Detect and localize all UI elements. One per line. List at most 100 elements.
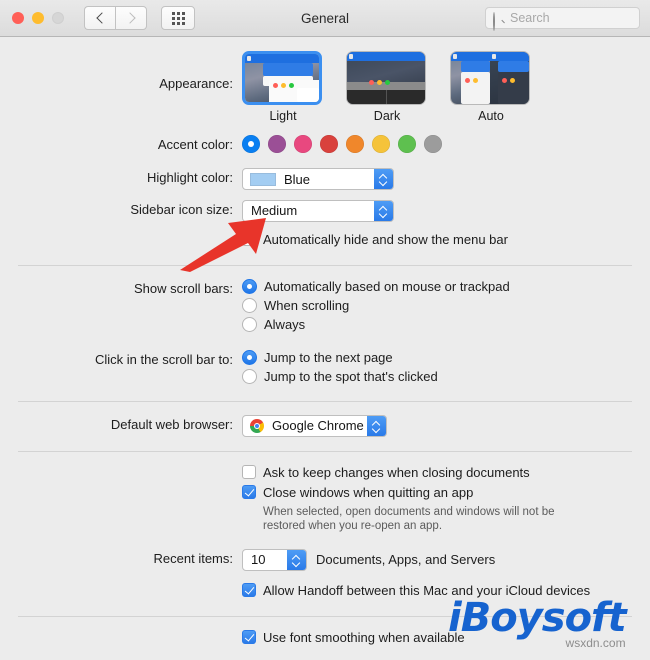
chevron-right-icon [123,12,136,24]
auto-hide-menu-bar-row: Automatically hide and show the menu bar [0,232,650,252]
zoom-button [52,12,64,24]
accent-swatch-purple[interactable] [268,135,286,153]
dark-theme-thumbnail [346,51,426,105]
highlight-color-popup[interactable]: Blue [242,168,394,190]
checkbox-icon[interactable] [242,630,256,644]
auto-hide-menu-bar-label: Automatically hide and show the menu bar [263,231,508,247]
appearance-options: Light Dark Auto [242,51,650,123]
appearance-label: Appearance: [159,76,233,91]
scroll-bars-option-when-scrolling-label: When scrolling [264,297,350,313]
appearance-option-dark[interactable]: Dark [346,51,428,123]
handoff-row: Allow Handoff between this Mac and your … [0,583,650,603]
minimize-button[interactable] [32,12,44,24]
click-scroll-option-next-page[interactable]: Jump to the next page [242,349,650,365]
ask-keep-changes-checkbox[interactable]: Ask to keep changes when closing documen… [242,465,650,480]
scroll-bars-option-always-label: Always [264,316,306,332]
separator [18,400,632,402]
appearance-row: Appearance: Light Dark Auto [0,51,650,123]
click-scroll-option-spot-clicked-label: Jump to the spot that's clicked [264,368,438,384]
chevron-updown-icon[interactable] [287,549,306,570]
traffic-lights [12,12,64,24]
accent-color-swatches [242,135,650,153]
checkbox-icon[interactable] [242,232,256,246]
highlight-color-swatch [250,172,276,186]
chrome-icon [250,418,264,433]
recent-items-value: 10 [251,552,266,567]
chevron-updown-icon[interactable] [367,415,386,436]
radio-icon[interactable] [242,368,257,384]
auto-hide-menu-bar-checkbox[interactable]: Automatically hide and show the menu bar [242,232,650,247]
radio-icon[interactable] [242,316,257,332]
chevron-updown-icon[interactable] [374,169,393,189]
handoff-checkbox[interactable]: Allow Handoff between this Mac and your … [242,583,650,598]
show-scroll-bars-row: Show scroll bars: Automatically based on… [0,278,650,336]
search-placeholder: Search [510,11,550,25]
accent-color-label: Accent color: [157,137,233,152]
recent-items-label: Recent items: [153,550,233,566]
font-smoothing-label: Use font smoothing when available [263,629,465,645]
scroll-bars-option-auto-label: Automatically based on mouse or trackpad [264,278,510,294]
appearance-option-light[interactable]: Light [242,51,324,123]
font-smoothing-row: Use font smoothing when available [0,630,650,650]
recent-items-note: Documents, Apps, and Servers [316,552,496,567]
highlight-color-label: Highlight color: [147,170,233,185]
radio-icon[interactable] [242,349,257,365]
separator [18,264,632,266]
show-all-button[interactable] [161,6,195,30]
click-scroll-bar-label: Click in the scroll bar to: [95,351,233,367]
appearance-option-light-label: Light [269,109,297,123]
sidebar-icon-size-popup[interactable]: Medium [242,199,394,222]
scroll-bars-option-when-scrolling[interactable]: When scrolling [242,297,650,313]
checkbox-icon[interactable] [242,583,256,597]
show-scroll-bars-label: Show scroll bars: [134,280,233,296]
accent-swatch-orange[interactable] [346,135,364,153]
system-preferences-window: General Search Appearance: Light Dark Au… [0,0,650,660]
chevron-updown-icon[interactable] [374,200,393,221]
checkbox-icon[interactable] [242,485,256,499]
separator [18,450,632,452]
search-icon [493,11,505,31]
highlight-color-value: Blue [284,171,311,187]
appearance-option-auto[interactable]: Auto [450,51,532,123]
document-options-row: Ask to keep changes when closing documen… [0,465,650,533]
radio-icon[interactable] [242,278,257,294]
scroll-bars-option-always[interactable]: Always [242,316,650,332]
close-windows-hint: When selected, open documents and window… [263,505,555,532]
default-web-browser-label: Default web browser: [110,416,233,432]
scroll-bars-option-auto[interactable]: Automatically based on mouse or trackpad [242,278,650,294]
recent-items-stepper[interactable]: 10 [242,548,307,571]
click-scroll-bar-row: Click in the scroll bar to: Jump to the … [0,349,650,388]
navigation-buttons [84,6,147,30]
sidebar-icon-size-value: Medium [251,203,298,218]
accent-swatch-green[interactable] [398,135,416,153]
highlight-color-row: Highlight color: Blue [0,168,650,191]
appearance-option-auto-label: Auto [478,109,504,123]
forward-button[interactable] [115,6,147,30]
recent-items-row: Recent items: 10 Documents, Apps, and Se… [0,548,650,571]
sidebar-icon-size-row: Sidebar icon size: Medium [0,199,650,222]
default-web-browser-value: Google Chrome [272,418,364,433]
click-scroll-option-spot-clicked[interactable]: Jump to the spot that's clicked [242,368,650,384]
light-theme-thumbnail [242,51,322,105]
font-smoothing-checkbox[interactable]: Use font smoothing when available [242,630,650,645]
search-field[interactable]: Search [485,7,640,31]
back-button[interactable] [84,6,115,30]
handoff-label: Allow Handoff between this Mac and your … [263,582,591,598]
default-web-browser-row: Default web browser: Google Chrome [0,414,650,438]
accent-swatch-red[interactable] [320,135,338,153]
accent-swatch-blue[interactable] [242,135,260,153]
default-web-browser-popup[interactable]: Google Chrome [242,414,387,437]
close-windows-checkbox[interactable]: Close windows when quitting an app [242,485,650,500]
preferences-content: Appearance: Light Dark Auto Accent color… [0,37,650,650]
checkbox-icon[interactable] [242,465,256,479]
radio-icon[interactable] [242,297,257,313]
accent-color-row: Accent color: [0,135,650,155]
close-button[interactable] [12,12,24,24]
sidebar-icon-size-label: Sidebar icon size: [130,201,233,217]
auto-theme-thumbnail [450,51,530,105]
accent-swatch-yellow[interactable] [372,135,390,153]
accent-swatch-gray[interactable] [424,135,442,153]
close-windows-label: Close windows when quitting an app [263,484,474,500]
separator [18,615,632,617]
accent-swatch-pink[interactable] [294,135,312,153]
